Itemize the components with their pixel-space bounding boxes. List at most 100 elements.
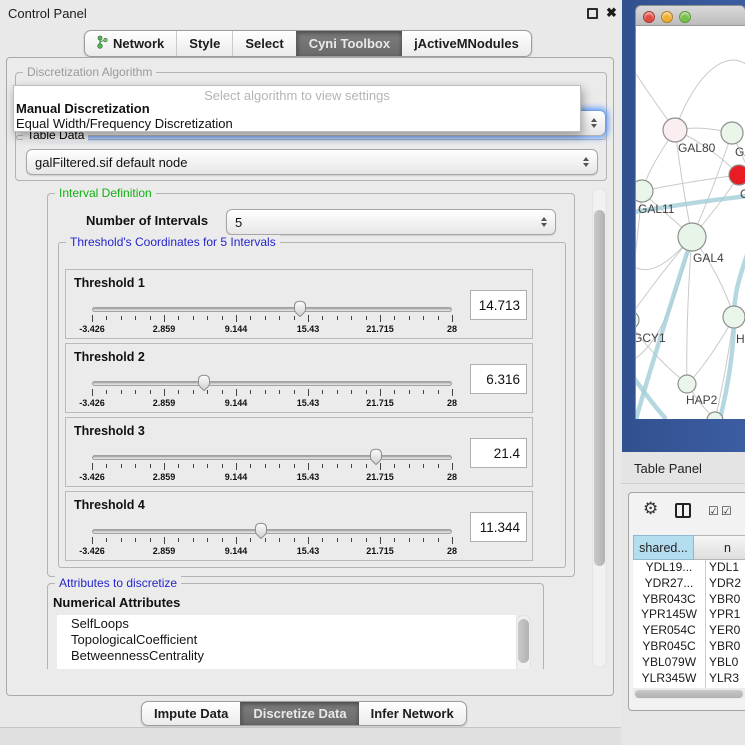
table-row[interactable]: YPR145WYPR1: [633, 607, 745, 623]
numerical-attributes-list[interactable]: SelfLoopsTopologicalCoefficientBetweenne…: [57, 615, 516, 669]
network-view-frame: GAL80GACGAL11GAL4GCY1HHAP2: [622, 0, 745, 452]
attribute-list-item[interactable]: TopologicalCoefficient: [57, 631, 516, 647]
network-window-titlebar[interactable]: [635, 5, 745, 26]
table-cell-shared-name[interactable]: YDL19...: [633, 560, 706, 576]
network-node-label: C: [740, 187, 745, 201]
slider-track[interactable]: [92, 307, 452, 312]
table-cell-shared-name[interactable]: YLR345W: [633, 671, 706, 687]
table-cell-shared-name[interactable]: YER054C: [633, 623, 706, 639]
close-icon[interactable]: ✖: [606, 5, 617, 21]
network-node-ga[interactable]: [721, 122, 743, 144]
threshold-slider[interactable]: -3.4262.8599.14415.4321.71528: [92, 522, 452, 544]
cyni-toolbox-pane: Discretization Algorithm Select algorith…: [6, 57, 614, 696]
checkbox-icon[interactable]: ☑: [708, 504, 719, 518]
table-cell-name[interactable]: YER0: [706, 623, 745, 639]
table-cell-name[interactable]: YDL1: [706, 560, 745, 576]
table-row[interactable]: YBL079WYBL0: [633, 655, 745, 671]
tab-network[interactable]: Network: [85, 31, 176, 56]
dropdown-option[interactable]: Manual Discretization: [14, 101, 580, 116]
slider-thumb[interactable]: [196, 374, 212, 393]
table-cell-name[interactable]: YDR2: [706, 576, 745, 592]
network-node-gal11[interactable]: [636, 180, 653, 202]
table-cell-name[interactable]: YBR0: [706, 592, 745, 608]
network-edge[interactable]: [642, 175, 739, 191]
slider-tick-label: 2.859: [153, 472, 176, 482]
slider-tick: [92, 389, 93, 396]
network-edge[interactable]: [636, 237, 692, 320]
checkbox-icon[interactable]: ☑: [721, 504, 732, 518]
column-header-name[interactable]: n: [694, 535, 745, 560]
table-cell-shared-name[interactable]: YBR045C: [633, 639, 706, 655]
threshold-slider[interactable]: -3.4262.8599.14415.4321.71528: [92, 448, 452, 470]
bottom-tab-impute-data[interactable]: Impute Data: [142, 702, 240, 725]
table-cell-shared-name[interactable]: YDR27...: [633, 576, 706, 592]
float-window-icon[interactable]: [587, 8, 598, 19]
table-data-combobox[interactable]: galFiltered.sif default node: [26, 149, 598, 175]
network-canvas[interactable]: GAL80GACGAL11GAL4GCY1HHAP2: [635, 26, 745, 419]
table-row[interactable]: YBR045CYBR0: [633, 639, 745, 655]
threshold-value-field[interactable]: [470, 364, 527, 394]
table-horizontal-scrollbar-thumb[interactable]: [635, 690, 743, 698]
table-body: YDL19...YDL1YDR27...YDR2YBR043CYBR0YPR14…: [633, 560, 745, 688]
threshold-slider[interactable]: -3.4262.8599.14415.4321.71528: [92, 374, 452, 396]
network-node-gcy1[interactable]: [636, 311, 639, 329]
thresholds-group: Threshold's Coordinates for 5 Intervals …: [58, 242, 566, 568]
table-row[interactable]: YDL19...YDL1: [633, 560, 745, 576]
threshold-slider[interactable]: -3.4262.8599.14415.4321.71528: [92, 300, 452, 322]
table-row[interactable]: YDR27...YDR2: [633, 576, 745, 592]
table-cell-name[interactable]: YBL0: [706, 655, 745, 671]
column-header-shared-name[interactable]: shared...: [633, 535, 694, 560]
table-cell-shared-name[interactable]: YPR145W: [633, 607, 706, 623]
slider-tick: [423, 316, 424, 320]
slider-tick-label: -3.426: [79, 398, 105, 408]
slider-tick: [236, 537, 237, 544]
slider-tick: [265, 390, 266, 394]
bottom-tab-infer-network[interactable]: Infer Network: [359, 702, 466, 725]
threshold-value-field[interactable]: [470, 512, 527, 542]
attributes-scrollbar-thumb[interactable]: [518, 619, 529, 663]
bottom-tab-discretize-data[interactable]: Discretize Data: [240, 702, 358, 725]
dropdown-option[interactable]: Equal Width/Frequency Discretization: [14, 116, 580, 131]
network-node-gal80[interactable]: [663, 118, 687, 142]
settings-scroll-viewport: Interval Definition Number of Intervals …: [15, 187, 591, 669]
table-cell-name[interactable]: YLR3: [706, 671, 745, 687]
number-of-intervals-combobox[interactable]: 5: [226, 209, 556, 235]
table-cell-shared-name[interactable]: YBR043C: [633, 592, 706, 608]
minimize-button[interactable]: [661, 11, 673, 23]
table-row[interactable]: YLR345WYLR3: [633, 671, 745, 687]
gear-icon[interactable]: ⚙: [643, 499, 658, 519]
close-button[interactable]: [643, 11, 655, 23]
slider-tick: [366, 316, 367, 320]
network-edge[interactable]: [675, 60, 745, 130]
table-horizontal-scrollbar[interactable]: [633, 688, 745, 699]
tab-jactivemnodules[interactable]: jActiveMNodules: [402, 31, 531, 56]
attribute-list-item[interactable]: BetweennessCentrality: [57, 647, 516, 663]
table-row[interactable]: YBR043CYBR0: [633, 592, 745, 608]
slider-track[interactable]: [92, 455, 452, 460]
slider-track[interactable]: [92, 381, 452, 386]
table-cell-name[interactable]: YPR1: [706, 607, 745, 623]
slider-tick: [236, 315, 237, 322]
slider-thumb[interactable]: [292, 300, 308, 319]
tab-style[interactable]: Style: [176, 31, 232, 56]
slider-track[interactable]: [92, 529, 452, 534]
zoom-button[interactable]: [679, 11, 691, 23]
tab-select[interactable]: Select: [232, 31, 295, 56]
network-node-h[interactable]: [723, 306, 745, 328]
tab-cyni-toolbox[interactable]: Cyni Toolbox: [296, 31, 402, 56]
threshold-value-field[interactable]: [470, 290, 527, 320]
panel-scrollbar-thumb[interactable]: [594, 210, 605, 566]
table-cell-shared-name[interactable]: YBL079W: [633, 655, 706, 671]
table-cell-name[interactable]: YBR0: [706, 639, 745, 655]
slider-tick: [135, 390, 136, 394]
threshold-value-field[interactable]: [470, 438, 527, 468]
attribute-list-item[interactable]: SelfLoops: [57, 615, 516, 631]
network-node-hap2[interactable]: [678, 375, 696, 393]
network-node-c[interactable]: [729, 165, 745, 185]
network-edge[interactable]: [687, 237, 692, 384]
split-columns-icon[interactable]: [675, 503, 691, 518]
table-row[interactable]: YER054CYER0: [633, 623, 745, 639]
network-node-gal4[interactable]: [678, 223, 706, 251]
slider-thumb[interactable]: [368, 448, 384, 467]
slider-thumb[interactable]: [253, 522, 269, 541]
